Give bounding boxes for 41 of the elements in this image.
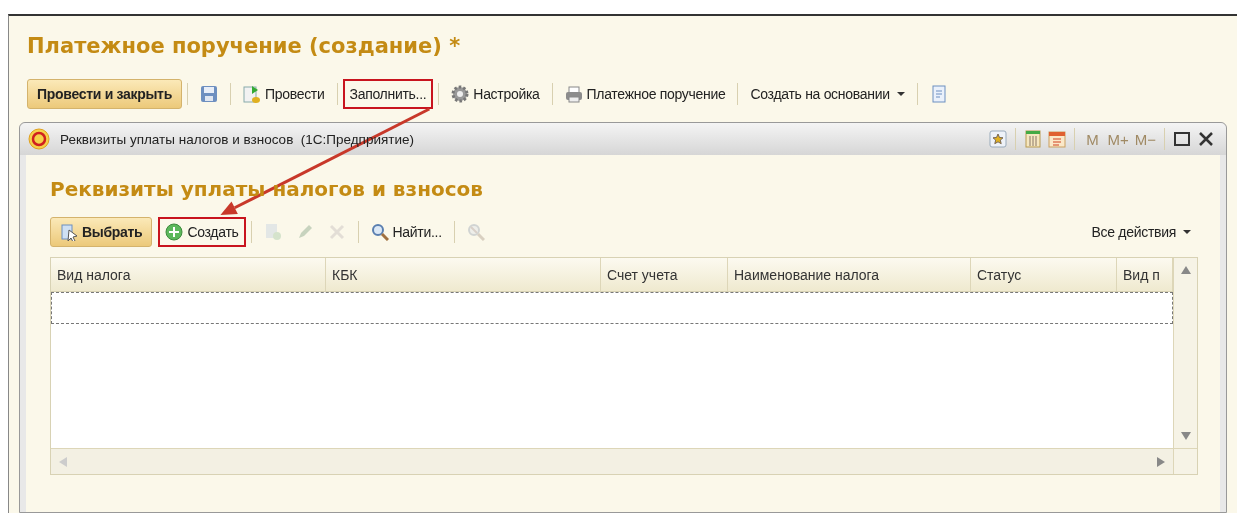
- table-row[interactable]: [51, 292, 1173, 324]
- column-header[interactable]: Вид налога: [51, 258, 326, 291]
- caret-icon: [896, 92, 905, 96]
- document-post-icon: [242, 85, 261, 103]
- column-header[interactable]: Счет учета: [601, 258, 728, 291]
- delete-icon: [327, 223, 346, 241]
- search-icon: [370, 223, 389, 241]
- column-header[interactable]: Наименование налога: [728, 258, 971, 291]
- maximize-icon: [1173, 130, 1191, 148]
- dropdown-button[interactable]: Создать на основании: [743, 79, 912, 109]
- toolbar-button[interactable]: Найти...: [363, 217, 449, 247]
- calendar-icon: [1048, 130, 1067, 148]
- toolbar-button[interactable]: Создать: [158, 217, 246, 247]
- printer-icon: [564, 85, 583, 103]
- scroll-down-icon[interactable]: [1180, 432, 1191, 440]
- caret-icon: [1183, 230, 1191, 234]
- column-header[interactable]: КБК: [326, 258, 601, 291]
- vertical-scrollbar[interactable]: [1173, 258, 1197, 448]
- copy-icon: [263, 223, 282, 241]
- clear-search-icon: [466, 223, 485, 241]
- toolbar-button[interactable]: Выбрать: [50, 217, 153, 247]
- close-icon: [1197, 130, 1215, 148]
- toolbar-button[interactable]: Заполнить...: [342, 79, 434, 109]
- save-icon: [199, 85, 218, 103]
- toolbar-button[interactable]: Провести и закрыть: [27, 79, 182, 109]
- app-logo-icon: [28, 128, 50, 150]
- all-actions-dropdown[interactable]: Все действия: [1084, 217, 1198, 247]
- document-icon: [929, 85, 948, 103]
- calculator-icon: [1024, 130, 1043, 148]
- horizontal-scrollbar[interactable]: [51, 448, 1173, 474]
- scroll-right-icon[interactable]: [1157, 456, 1165, 467]
- column-header[interactable]: Статус: [971, 258, 1117, 291]
- select-cursor-icon: [60, 223, 78, 241]
- add-icon: [165, 223, 184, 241]
- toolbar-button[interactable]: Платежное поручение: [557, 79, 733, 109]
- dialog-heading: Реквизиты уплаты налогов и взносов: [50, 177, 483, 201]
- window-title: Платежное поручение (создание) *: [27, 34, 461, 58]
- scroll-up-icon[interactable]: [1180, 266, 1191, 274]
- settings-icon: [451, 85, 470, 103]
- toolbar-button[interactable]: Провести: [235, 79, 332, 109]
- toolbar-button[interactable]: Настройка: [444, 79, 547, 109]
